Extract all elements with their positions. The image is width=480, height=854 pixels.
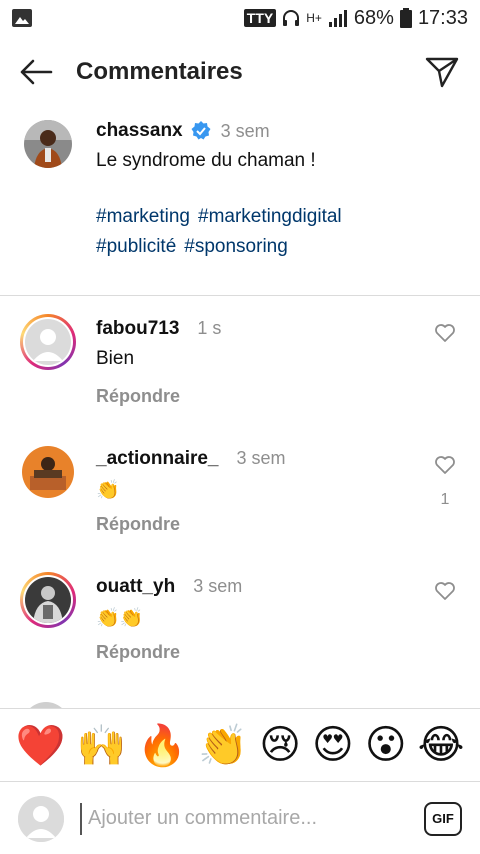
reply-button[interactable]: Répondre (96, 386, 430, 407)
arrow-left-icon (20, 59, 53, 85)
emoji-quick-bar: ❤️ 🙌 🔥 👏 😢 😍 😮 😂 (0, 708, 480, 782)
story-ring[interactable] (20, 314, 76, 370)
avatar (25, 319, 71, 365)
caption-time: 3 sem (220, 120, 270, 141)
caption-text: Le syndrome du chaman ! (96, 150, 316, 171)
hashtag-list: #marketing #marketingdigital #publicité #s… (96, 202, 456, 262)
comment-username[interactable]: ouatt_yh (96, 576, 175, 598)
comment-time: 3 sem (236, 448, 286, 468)
comment-item: fabou713 1 s Bien Répondre (0, 314, 480, 407)
status-right: TTY H+ 68% 17:33 (243, 6, 468, 30)
emoji-laughing-button[interactable]: 😂 (418, 722, 465, 768)
hashtag-link[interactable]: #marketingdigital (198, 206, 342, 227)
avatar (25, 577, 71, 623)
paper-plane-icon (425, 57, 459, 88)
avatar[interactable] (24, 120, 72, 168)
comment-time: 1 s (197, 318, 222, 338)
emoji-fire-button[interactable]: 🔥 (137, 722, 187, 769)
comment-input-bar: GIF (0, 783, 480, 854)
emoji-clap-button[interactable]: 👏 (198, 722, 248, 769)
verified-badge-icon (191, 121, 211, 140)
comment-item: _actionnaire_ 3 sem 👏 Répondre 1 (0, 446, 480, 535)
hashtag-link[interactable]: #publicité (96, 236, 176, 257)
story-ring[interactable] (20, 572, 76, 628)
heart-outline-icon (435, 582, 455, 600)
network-type: H+ (306, 11, 322, 25)
avatar-image (22, 446, 74, 498)
hashtag-link[interactable]: #marketing (96, 206, 190, 227)
tty-indicator: TTY (243, 9, 277, 27)
comment-username[interactable]: fabou713 (96, 318, 179, 340)
emoji-raised-hands-button[interactable]: 🙌 (76, 722, 126, 769)
like-button[interactable] (430, 582, 460, 663)
like-button[interactable]: 1 (430, 456, 460, 535)
gallery-notification-icon (12, 9, 32, 27)
like-count: 1 (440, 491, 450, 508)
avatar (18, 795, 64, 842)
comment-text: 👏 (96, 480, 120, 501)
default-avatar-icon (18, 795, 64, 842)
page-title: Commentaires (76, 58, 243, 85)
comment-text: 👏👏 (96, 608, 144, 629)
battery-percent: 68% (353, 6, 394, 29)
hashtag-link[interactable]: #sponsoring (184, 236, 288, 257)
reply-button[interactable]: Répondre (96, 642, 430, 663)
comment-input[interactable] (80, 802, 414, 835)
heart-outline-icon (435, 324, 455, 342)
comment-item: ouatt_yh 3 sem 👏👏 Répondre (0, 572, 480, 663)
emoji-crying-button[interactable]: 😢 (259, 722, 301, 768)
comment-text: Bien (96, 348, 135, 369)
gif-button[interactable]: GIF (424, 801, 462, 836)
headset-icon (283, 10, 300, 26)
share-button[interactable] (422, 52, 462, 92)
comment-time: 3 sem (193, 576, 243, 596)
divider (0, 295, 480, 296)
status-left (12, 9, 32, 27)
signal-icon (328, 10, 347, 27)
clock: 17:33 (417, 6, 468, 29)
status-bar: TTY H+ 68% 17:33 (0, 0, 480, 36)
default-avatar-icon (25, 319, 71, 365)
reply-button[interactable]: Répondre (96, 514, 430, 535)
avatar-image (24, 120, 72, 168)
avatar[interactable] (22, 446, 74, 498)
comment-username[interactable]: _actionnaire_ (96, 448, 219, 470)
like-button[interactable] (430, 324, 460, 407)
caption-username[interactable]: chassanx (96, 120, 183, 142)
heart-outline-icon (435, 456, 455, 474)
avatar-image (25, 577, 71, 623)
emoji-heart-eyes-button[interactable]: 😍 (312, 722, 354, 768)
emoji-heart-button[interactable]: ❤️ (16, 722, 66, 769)
battery-icon (399, 8, 412, 28)
emoji-surprised-button[interactable]: 😮 (365, 722, 407, 768)
post-caption: chassanx 3 sem Le syndrome du chaman ! #… (0, 120, 480, 262)
header: Commentaires (0, 36, 480, 108)
back-button[interactable] (18, 54, 54, 90)
